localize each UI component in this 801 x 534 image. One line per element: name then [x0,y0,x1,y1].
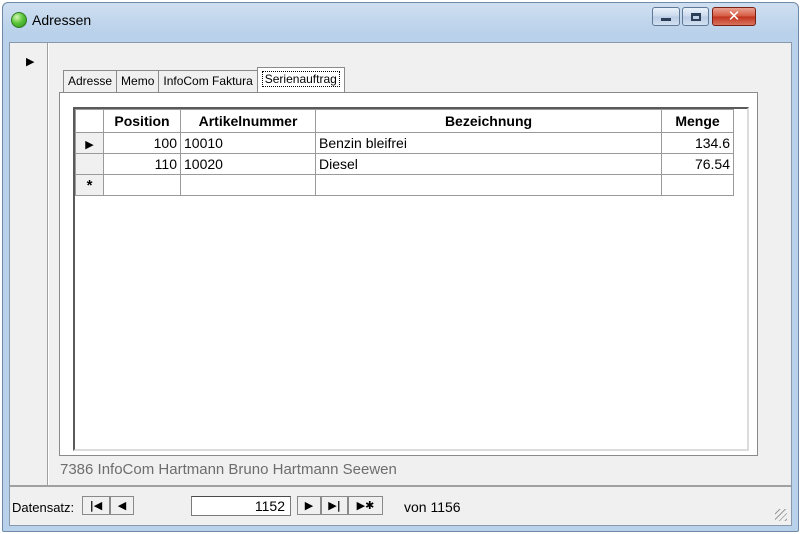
record-info-text: 7386 InfoCom Hartmann Bruno Hartmann See… [60,461,397,478]
cell-bezeichnung[interactable]: Benzin bleifrei [315,132,662,154]
record-navigation-bar: Datensatz: |◀ ◀ 1152 ▶ ▶| ▶✱ von 1156 [10,485,791,525]
new-record-button[interactable]: ▶✱ [348,496,383,515]
navigation-label: Datensatz: [12,500,75,515]
cell-position[interactable] [103,174,181,196]
cell-menge[interactable] [661,174,734,196]
current-record-arrow-icon: ▶ [26,56,35,68]
tab-infocom-faktura[interactable]: InfoCom Faktura [158,70,258,92]
green-circle-icon [11,12,27,28]
subform-datasheet: Position Artikelnummer Bezeichnung Menge… [73,107,749,451]
table-row[interactable]: ▶ 100 10010 Benzin bleifrei 134.6 [75,132,734,154]
total-records: 1156 [430,499,461,515]
close-button[interactable]: ✕ [712,7,756,26]
tab-strip: Adresse Memo InfoCom Faktura Serienauftr… [63,67,345,92]
column-header-menge[interactable]: Menge [661,109,734,133]
first-record-button[interactable]: |◀ [82,496,110,515]
first-record-icon: |◀ [89,499,103,512]
cell-menge[interactable]: 76.54 [661,153,734,175]
current-record-input[interactable]: 1152 [191,496,291,516]
new-record-icon: ▶✱ [356,499,375,512]
resize-grip-icon[interactable] [775,509,787,521]
column-header-artikelnummer[interactable]: Artikelnummer [180,109,316,133]
form-client-area: ▶ Adresse Memo InfoCom Faktura Serienauf… [9,42,792,526]
of-label: von [404,499,427,515]
row-selector[interactable]: ▶ [75,132,104,154]
new-record-asterisk-icon: * [86,176,93,194]
next-record-button[interactable]: ▶ [297,496,321,515]
datasheet-table: Position Artikelnummer Bezeichnung Menge… [75,109,734,196]
row-selector[interactable] [75,153,104,175]
table-row[interactable]: 110 10020 Diesel 76.54 [75,153,734,175]
cell-position[interactable]: 100 [103,132,181,154]
tab-serienauftrag-label: Serienauftrag [261,71,340,87]
column-header-position[interactable]: Position [103,109,181,133]
minimize-icon [661,18,671,21]
cell-bezeichnung[interactable]: Diesel [315,153,662,175]
close-icon: ✕ [727,7,741,25]
record-count: von 1156 [404,499,461,515]
cell-menge[interactable]: 134.6 [661,132,734,154]
tab-serienauftrag[interactable]: Serienauftrag [256,67,345,92]
cell-bezeichnung[interactable] [315,174,662,196]
tab-panel-serienauftrag: Position Artikelnummer Bezeichnung Menge… [59,92,758,456]
tab-adresse[interactable]: Adresse [63,70,118,92]
record-selector[interactable]: ▶ [10,43,48,485]
next-record-icon: ▶ [304,499,314,512]
form-detail-section: Adresse Memo InfoCom Faktura Serienauftr… [49,43,791,485]
last-record-icon: ▶| [328,499,341,512]
cell-artikelnummer[interactable] [180,174,316,196]
application-window: Adressen ✕ ▶ Adresse Memo InfoCom Faktur… [2,2,799,532]
tab-memo[interactable]: Memo [116,70,160,92]
cell-artikelnummer[interactable]: 10020 [180,153,316,175]
minimize-button[interactable] [652,7,680,26]
maximize-icon [690,12,701,21]
header-selector[interactable] [75,109,104,133]
cell-position[interactable]: 110 [103,153,181,175]
header-row: Position Artikelnummer Bezeichnung Menge [75,109,734,133]
maximize-button[interactable] [682,7,709,26]
new-record-row[interactable]: * [75,174,734,196]
current-row-arrow-icon: ▶ [85,139,94,151]
new-record-selector[interactable]: * [75,174,104,196]
cell-artikelnummer[interactable]: 10010 [180,132,316,154]
last-record-button[interactable]: ▶| [321,496,348,515]
column-header-bezeichnung[interactable]: Bezeichnung [315,109,662,133]
previous-record-icon: ◀ [117,499,127,512]
title-bar[interactable]: Adressen ✕ [3,3,798,35]
previous-record-button[interactable]: ◀ [110,496,134,515]
window-title: Adressen [32,12,92,28]
